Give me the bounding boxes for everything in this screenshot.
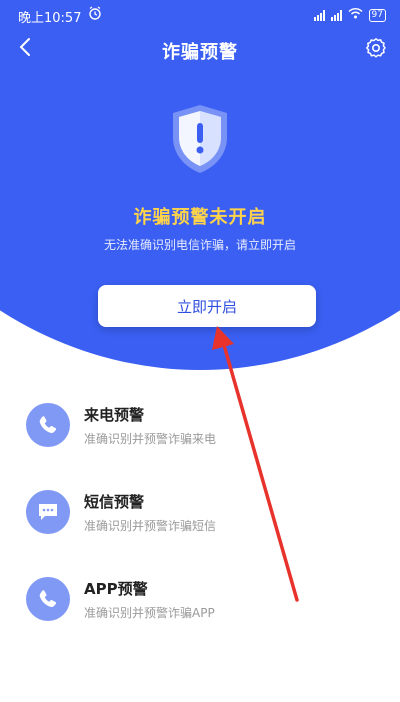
phone-icon bbox=[26, 403, 70, 447]
feature-app-alert[interactable]: APP预警 准确识别并预警诈骗APP bbox=[0, 577, 400, 637]
status-title: 诈骗预警未开启 bbox=[133, 207, 267, 228]
feature-description: 准确识别并预警诈骗短信 bbox=[84, 519, 217, 533]
signal-icon bbox=[313, 9, 325, 21]
gear-icon[interactable] bbox=[362, 34, 390, 62]
enable-button[interactable]: 立即开启 bbox=[98, 285, 316, 327]
status-icons: 97 bbox=[313, 7, 386, 23]
phone-icon bbox=[26, 577, 70, 621]
feature-description: 准确识别并预警诈骗来电 bbox=[84, 432, 217, 446]
feature-title: APP预警 bbox=[84, 580, 148, 598]
battery-icon: 97 bbox=[368, 8, 386, 22]
status-bar: 晚上10:57 97 bbox=[0, 0, 400, 30]
feature-title: 短信预警 bbox=[84, 493, 145, 511]
message-icon bbox=[26, 490, 70, 534]
page-title: 诈骗预警 bbox=[162, 42, 238, 63]
nav-bar: 诈骗预警 bbox=[0, 30, 400, 70]
feature-title: 来电预警 bbox=[84, 406, 145, 424]
feature-call-alert[interactable]: 来电预警 准确识别并预警诈骗来电 bbox=[0, 403, 400, 463]
hero-panel: 晚上10:57 97 诈骗预警 诈骗预警未开启 无法准确识别电信诈骗，请立即开启… bbox=[0, 0, 400, 390]
wifi-icon bbox=[348, 7, 363, 23]
feature-description: 准确识别并预警诈骗APP bbox=[84, 606, 215, 620]
status-subtitle: 无法准确识别电信诈骗，请立即开启 bbox=[103, 238, 296, 252]
shield-warning-icon bbox=[169, 103, 231, 179]
alarm-icon bbox=[88, 6, 102, 24]
status-time: 晚上10:57 bbox=[18, 11, 82, 26]
signal-icon bbox=[330, 9, 342, 21]
feature-sms-alert[interactable]: 短信预警 准确识别并预警诈骗短信 bbox=[0, 490, 400, 550]
